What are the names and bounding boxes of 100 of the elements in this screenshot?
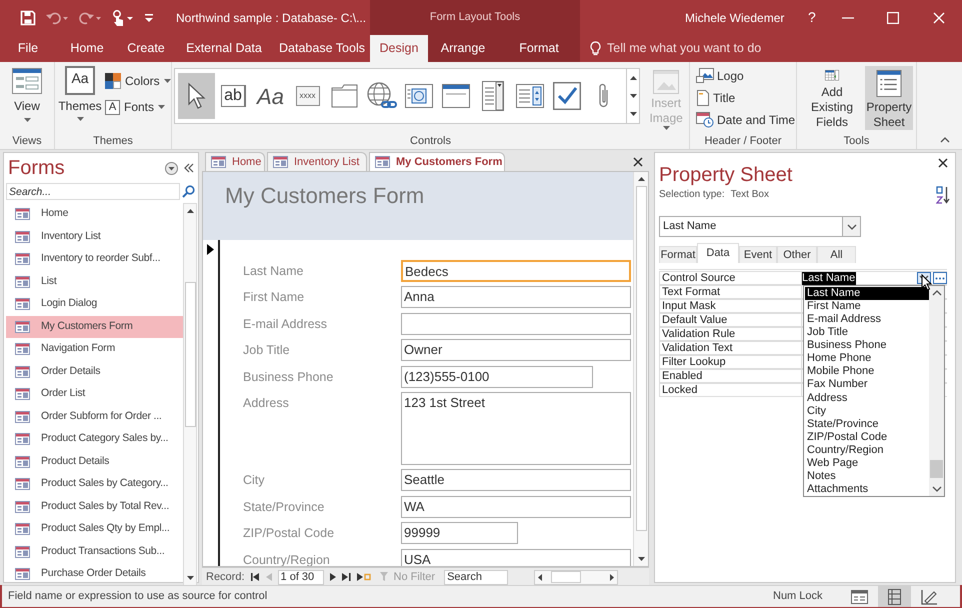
scroll-up-icon[interactable] (186, 209, 194, 213)
control-tool[interactable]: Aa (252, 73, 289, 119)
text-field[interactable]: Owner (401, 339, 631, 362)
navigation-item[interactable]: Order Subform for Order ... (6, 406, 183, 428)
ribbon-tab[interactable]: External Data (174, 35, 274, 62)
fonts-button[interactable]: A Fonts (105, 98, 171, 116)
colors-button[interactable]: Colors (105, 72, 171, 90)
close-icon[interactable] (633, 157, 643, 167)
text-field[interactable]: Anna (401, 286, 631, 308)
dropdown-option[interactable]: State/Province (805, 418, 929, 431)
text-field[interactable] (401, 312, 631, 335)
text-field[interactable]: WA (401, 496, 631, 518)
ribbon-tab[interactable]: Home (56, 35, 118, 62)
tool-button[interactable]: Add Existing Fields (801, 66, 863, 130)
document-tab[interactable]: My Customers Form (369, 152, 505, 171)
ribbon-tab[interactable]: Arrange (428, 35, 498, 62)
search-field[interactable]: Search (444, 570, 508, 584)
dropdown-option[interactable]: E-mail Address (805, 313, 929, 326)
text-field[interactable]: 123 1st Street (401, 392, 631, 465)
text-field[interactable]: (123)555-0100 (401, 366, 593, 388)
view-switch-button[interactable] (878, 586, 911, 607)
tell-me-field[interactable]: Tell me what you want to do (607, 39, 827, 58)
property-tab[interactable]: Format (659, 246, 697, 263)
dropdown-option[interactable]: Business Phone (805, 339, 929, 352)
navigation-item[interactable]: Product Transactions Sub... (6, 540, 183, 563)
touch-mode-icon[interactable] (111, 10, 135, 26)
save-icon[interactable] (20, 10, 36, 26)
navigation-item[interactable]: List (6, 270, 183, 293)
object-selector[interactable]: Last Name (659, 216, 861, 237)
dropdown-option[interactable]: Home Phone (805, 352, 929, 366)
dropdown-option[interactable]: First Name (805, 300, 929, 314)
property-tab[interactable]: Data (697, 243, 739, 263)
dropdown-option[interactable]: City (805, 404, 929, 418)
scroll-left-icon[interactable] (538, 574, 542, 580)
dropdown-option[interactable]: Job Title (805, 326, 929, 340)
control-tool[interactable]: xxxx (289, 73, 326, 119)
undo-icon[interactable] (45, 10, 69, 24)
vertical-scrollbar[interactable] (633, 172, 648, 566)
navigation-item[interactable]: Inventory List (6, 226, 183, 248)
dropdown-option[interactable]: Web Page (805, 456, 929, 470)
dropdown-option[interactable]: Country/Region (805, 444, 929, 457)
themes-button[interactable]: Aa Themes (58, 66, 102, 130)
header-footer-button[interactable]: Date and Time (696, 110, 796, 129)
scroll-down-icon[interactable] (186, 576, 194, 580)
scroll-up-icon[interactable] (932, 290, 942, 296)
dropdown-option[interactable]: Address (805, 392, 929, 405)
ribbon-tab[interactable]: Create (118, 35, 174, 62)
control-tool[interactable] (178, 73, 215, 119)
header-footer-button[interactable]: Logo (696, 66, 796, 85)
scroll-thumb[interactable] (636, 186, 646, 531)
property-value[interactable]: Last Name (802, 272, 856, 284)
dropdown-option[interactable]: Notes (805, 470, 929, 483)
ribbon-tab[interactable]: Format (498, 35, 580, 62)
property-tab[interactable]: Other (777, 246, 817, 263)
ribbon-tab[interactable]: Database Tools (274, 35, 370, 62)
scroll-down-icon[interactable] (638, 557, 644, 561)
text-field[interactable]: USA (401, 548, 631, 566)
ribbon-tab[interactable]: File (0, 35, 56, 62)
navigation-item[interactable]: Order Details (6, 360, 183, 383)
navigation-item[interactable]: Product Category Sales by... (6, 428, 183, 450)
property-tab[interactable]: All (817, 246, 856, 263)
more-icon[interactable] (630, 112, 637, 116)
property-tab[interactable]: Event (739, 246, 777, 263)
text-field[interactable]: Bedecs (401, 260, 631, 282)
navigation-item[interactable]: Product Sales by Total Rev... (6, 496, 183, 518)
record-position-field[interactable]: 1 of 30 (278, 570, 324, 584)
navigation-item[interactable]: Product Sales Qty by Empl... (6, 518, 183, 540)
collapse-ribbon-icon[interactable] (940, 137, 950, 143)
navigation-item[interactable]: Login Dialog (6, 293, 183, 316)
control-tool[interactable]: ab (215, 73, 252, 119)
scroll-up-icon[interactable] (630, 76, 637, 80)
dropdown-option[interactable]: Last Name (805, 287, 929, 300)
navigation-item[interactable]: Product Sales by Category... (6, 473, 183, 496)
scroll-right-icon[interactable] (610, 574, 614, 580)
search-icon[interactable] (182, 185, 194, 198)
collapse-icon[interactable] (184, 163, 194, 173)
search-field[interactable]: Search... (6, 183, 180, 200)
close-icon[interactable] (938, 158, 948, 168)
builder-button[interactable] (933, 272, 947, 284)
text-field[interactable]: 99999 (401, 522, 518, 544)
vertical-scrollbar[interactable] (183, 203, 197, 586)
vertical-scrollbar[interactable] (929, 286, 944, 496)
scroll-down-icon[interactable] (932, 486, 942, 492)
document-tab[interactable]: Home (205, 152, 265, 171)
dropdown-option[interactable]: ZIP/Postal Code (805, 430, 929, 444)
ribbon-tab[interactable]: Design (370, 35, 428, 62)
header-footer-button[interactable]: Title (696, 88, 796, 107)
new-record-icon[interactable] (356, 573, 371, 581)
dropdown-option[interactable]: Attachments (805, 482, 929, 496)
horizontal-scrollbar[interactable] (534, 570, 618, 584)
dropdown-icon[interactable] (165, 162, 178, 174)
navigation-item[interactable]: Home (6, 203, 183, 226)
sort-icon[interactable] (936, 186, 950, 204)
navigation-item[interactable]: Inventory to reorder Subf... (6, 248, 183, 270)
last-record-icon[interactable] (342, 573, 351, 581)
document-tab[interactable]: Inventory List (267, 152, 367, 171)
scroll-up-icon[interactable] (638, 177, 644, 181)
navigation-item[interactable]: Order List (6, 383, 183, 406)
scroll-down-icon[interactable] (630, 94, 637, 98)
customize-toolbar-icon[interactable] (144, 12, 154, 22)
